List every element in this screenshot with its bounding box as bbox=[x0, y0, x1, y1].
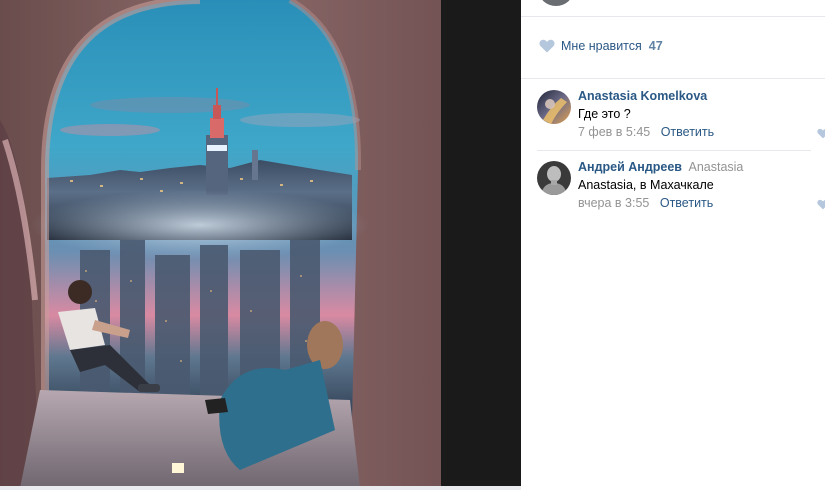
reply-to-name[interactable]: Anastasia bbox=[688, 160, 743, 174]
owner-avatar[interactable] bbox=[539, 0, 573, 6]
comment-text: Где это ? bbox=[578, 107, 631, 121]
photo-backdrop bbox=[441, 0, 521, 488]
likes-label: Мне нравится bbox=[561, 39, 642, 53]
comment-divider bbox=[537, 150, 811, 151]
comment-item: Anastasia Komelkova Где это ? 7 фев в 5:… bbox=[537, 89, 825, 146]
comment-meta: 7 фев в 5:45 Ответить bbox=[578, 125, 714, 139]
post-photo[interactable] bbox=[0, 0, 441, 488]
comment-author: Anastasia Komelkova bbox=[578, 89, 707, 103]
divider bbox=[521, 78, 825, 79]
likes-count[interactable]: 47 bbox=[649, 39, 663, 53]
comment-author: Андрей Андреев Anastasia bbox=[578, 160, 743, 174]
author-name-link[interactable]: Андрей Андреев bbox=[578, 160, 682, 174]
avatar[interactable] bbox=[537, 161, 571, 195]
author-name-link[interactable]: Anastasia Komelkova bbox=[578, 89, 707, 103]
reply-button[interactable]: Ответить bbox=[661, 125, 714, 139]
photo-bottom-edge bbox=[0, 486, 521, 490]
heart-icon bbox=[539, 39, 555, 53]
comment-item: Андрей Андреев Anastasia Anastasia, в Ма… bbox=[537, 160, 825, 217]
like-button[interactable]: Мне нравится 47 bbox=[539, 36, 663, 56]
comment-date-link[interactable]: 7 фев в 5:45 bbox=[578, 125, 650, 139]
post-header bbox=[521, 0, 825, 17]
avatar[interactable] bbox=[537, 90, 571, 124]
avatar-image bbox=[537, 90, 571, 124]
photo-image bbox=[0, 0, 441, 488]
avatar-image bbox=[537, 161, 571, 195]
reply-button[interactable]: Ответить bbox=[660, 196, 713, 210]
photo-viewer[interactable] bbox=[0, 0, 521, 490]
comments-panel: Мне нравится 47 Anastasia Komelkova Где … bbox=[521, 0, 825, 490]
comment-like-heart-icon[interactable] bbox=[817, 199, 825, 210]
comment-meta: вчера в 3:55 Ответить bbox=[578, 196, 713, 210]
comment-date-link[interactable]: вчера в 3:55 bbox=[578, 196, 649, 210]
comment-like-heart-icon[interactable] bbox=[817, 128, 825, 139]
comment-text: Anastasia, в Махачкале bbox=[578, 178, 714, 192]
